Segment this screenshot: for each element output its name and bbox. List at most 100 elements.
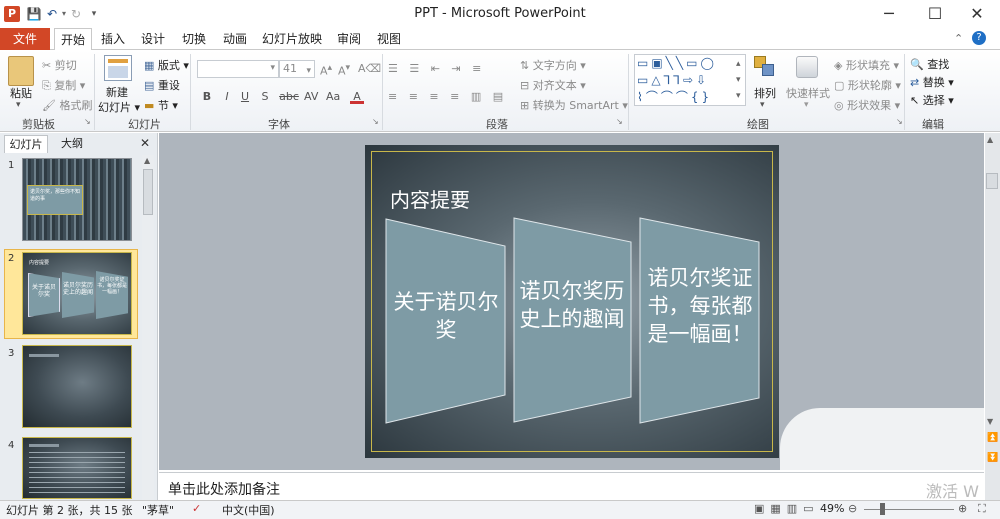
shape-effects-button[interactable]: ◎ 形状效果 ▾: [834, 97, 900, 113]
find-button[interactable]: 🔍 查找: [910, 56, 949, 72]
slide-shape-2-text[interactable]: 诺贝尔奖历史上的趣闻: [518, 277, 626, 333]
tab-transitions[interactable]: 切换: [177, 28, 211, 50]
customize-icon[interactable]: ▾: [86, 6, 102, 22]
tab-outline[interactable]: 大纲: [52, 135, 92, 153]
font-launcher-icon[interactable]: ↘: [372, 117, 379, 126]
layout-button[interactable]: ▦ 版式 ▾: [144, 57, 189, 73]
slide-shape-1-text[interactable]: 关于诺贝尔奖: [388, 288, 504, 344]
copy-button[interactable]: ⎘ 复制 ▾: [42, 77, 85, 93]
text-direction-button[interactable]: ⇅ 文字方向 ▾: [520, 57, 586, 73]
shadow-button[interactable]: S: [258, 90, 272, 104]
tab-view[interactable]: 视图: [372, 28, 406, 50]
scroll-up-icon[interactable]: ▲: [987, 135, 993, 144]
minimize-button[interactable]: ─: [866, 0, 912, 28]
tab-design[interactable]: 设计: [136, 28, 170, 50]
new-slide-button[interactable]: 新建: [106, 84, 128, 100]
strikethrough-button[interactable]: abc: [278, 90, 300, 104]
shrink-font-icon[interactable]: A▾: [338, 62, 350, 78]
slide-thumbnail-3[interactable]: [22, 345, 132, 428]
shape-outline-button[interactable]: ▢ 形状轮廓 ▾: [834, 77, 901, 93]
tab-slides[interactable]: 幻灯片: [4, 135, 48, 153]
shape-fill-button[interactable]: ◈ 形状填充 ▾: [834, 57, 899, 73]
thumb3-title-line: [29, 354, 59, 357]
replace-button[interactable]: ⇄ 替换 ▾: [910, 74, 954, 90]
scroll-up-icon[interactable]: ▲: [144, 156, 150, 165]
powerpoint-app-icon[interactable]: P: [4, 6, 20, 22]
paragraph-launcher-icon[interactable]: ↘: [616, 117, 623, 126]
view-buttons[interactable]: ▣▦▥▭: [754, 502, 820, 515]
reset-button[interactable]: ▤ 重设: [144, 77, 180, 93]
paste-icon[interactable]: [8, 56, 34, 86]
quick-styles-dropdown-icon[interactable]: ▾: [804, 100, 809, 110]
save-icon[interactable]: 💾: [26, 6, 42, 22]
align-text-button[interactable]: ⊟ 对齐文本 ▾: [520, 77, 586, 93]
redo-icon[interactable]: ↻: [68, 6, 84, 22]
italic-button[interactable]: I: [220, 90, 234, 104]
scroll-down-icon[interactable]: ▼: [987, 417, 993, 426]
next-slide-icon[interactable]: ⏬: [987, 453, 998, 463]
tab-insert[interactable]: 插入: [96, 28, 130, 50]
clipboard-launcher-icon[interactable]: ↘: [84, 117, 91, 126]
tab-file[interactable]: 文件: [0, 28, 50, 50]
slide-scrollbar[interactable]: ▲ ▼ ⏫ ⏬: [985, 133, 1000, 500]
change-case-icon[interactable]: Aa: [326, 90, 340, 104]
font-color-icon[interactable]: A: [350, 90, 364, 104]
select-button[interactable]: ↖ 选择 ▾: [910, 92, 954, 108]
section-button[interactable]: ▬ 节 ▾: [144, 97, 178, 113]
format-painter-button[interactable]: 🖌 格式刷: [42, 97, 92, 113]
paste-button[interactable]: 粘贴: [10, 85, 32, 101]
zoom-slider-thumb[interactable]: [880, 503, 885, 515]
tab-review[interactable]: 审阅: [332, 28, 366, 50]
drawing-launcher-icon[interactable]: ↘: [896, 117, 903, 126]
slide-thumbnail-1[interactable]: 诺贝尔奖，那些你不知道的事: [22, 158, 132, 241]
zoom-out-icon[interactable]: ⊖: [848, 502, 857, 515]
shapes-gallery-scroll[interactable]: ▴ ▾ ▾: [736, 56, 741, 104]
notes-pane[interactable]: [159, 472, 984, 500]
cut-button[interactable]: ✂ 剪切: [42, 57, 77, 73]
zoom-in-icon[interactable]: ⊕: [958, 502, 967, 515]
replace-icon: ⇄: [910, 76, 920, 89]
slide-scroll-thumb[interactable]: [986, 173, 998, 189]
list-buttons[interactable]: ☰ ☰ ⇤ ⇥ ≡: [388, 62, 485, 75]
help-icon[interactable]: ?: [972, 31, 986, 45]
panel-scrollbar[interactable]: ▲: [142, 155, 154, 500]
language-status[interactable]: 中文(中国): [222, 502, 275, 518]
fit-to-window-icon[interactable]: ⛶: [978, 502, 986, 516]
align-buttons[interactable]: ≡ ≡ ≡ ≡ ▥ ▤: [388, 90, 507, 103]
slide-shape-3-text[interactable]: 诺贝尔奖证书，每张都是一幅画！: [646, 264, 754, 348]
underline-button[interactable]: U: [238, 90, 252, 104]
notes-placeholder[interactable]: 单击此处添加备注: [168, 479, 280, 499]
previous-slide-icon[interactable]: ⏫: [987, 433, 998, 443]
panel-close-icon[interactable]: ✕: [140, 136, 150, 150]
maximize-button[interactable]: ☐: [912, 0, 958, 28]
paste-dropdown-icon[interactable]: ▾: [16, 100, 21, 110]
new-slide-label[interactable]: 幻灯片 ▾: [98, 99, 140, 115]
group-separator: [904, 54, 905, 130]
shape-outline-icon: ▢: [834, 79, 845, 92]
zoom-percent[interactable]: 49%: [820, 502, 844, 515]
clear-format-icon[interactable]: A⌫: [358, 62, 381, 75]
tab-slideshow[interactable]: 幻灯片放映: [260, 28, 324, 50]
font-size-select[interactable]: 41 ▾: [279, 60, 315, 78]
smartart-button[interactable]: ⊞ 转换为 SmartArt ▾: [520, 97, 628, 113]
arrange-icon[interactable]: [754, 56, 776, 78]
new-slide-icon[interactable]: [104, 55, 132, 81]
shapes-gallery[interactable]: ▭▣╲╲▭◯ ▭△⅂⅂⇨⇩ ⌇⌒⌒⌒{}: [634, 54, 746, 106]
grow-font-icon[interactable]: A▴: [320, 62, 332, 78]
quick-styles-icon[interactable]: [796, 56, 818, 78]
slide-thumbnail-4[interactable]: [22, 437, 132, 499]
char-spacing-icon[interactable]: AV: [304, 90, 318, 104]
font-family-select[interactable]: ▾: [197, 60, 279, 78]
tab-home[interactable]: 开始: [54, 28, 92, 51]
zoom-slider[interactable]: [864, 509, 954, 510]
bold-button[interactable]: B: [200, 90, 214, 104]
spellcheck-icon[interactable]: ✓: [192, 502, 201, 515]
quick-styles-button[interactable]: 快速样式: [786, 85, 830, 101]
arrange-dropdown-icon[interactable]: ▾: [760, 100, 765, 110]
panel-scroll-thumb[interactable]: [143, 169, 153, 215]
tab-animations[interactable]: 动画: [218, 28, 252, 50]
minimize-ribbon-icon[interactable]: ⌃: [954, 32, 963, 45]
slide-thumbnail-2[interactable]: 内容提要 关于诺贝尔奖 诺贝尔奖历史上的趣闻 诺贝尔奖证书，每张都是一幅画！: [22, 252, 132, 335]
arrange-button[interactable]: 排列: [754, 85, 776, 101]
close-button[interactable]: ✕: [954, 0, 1000, 28]
